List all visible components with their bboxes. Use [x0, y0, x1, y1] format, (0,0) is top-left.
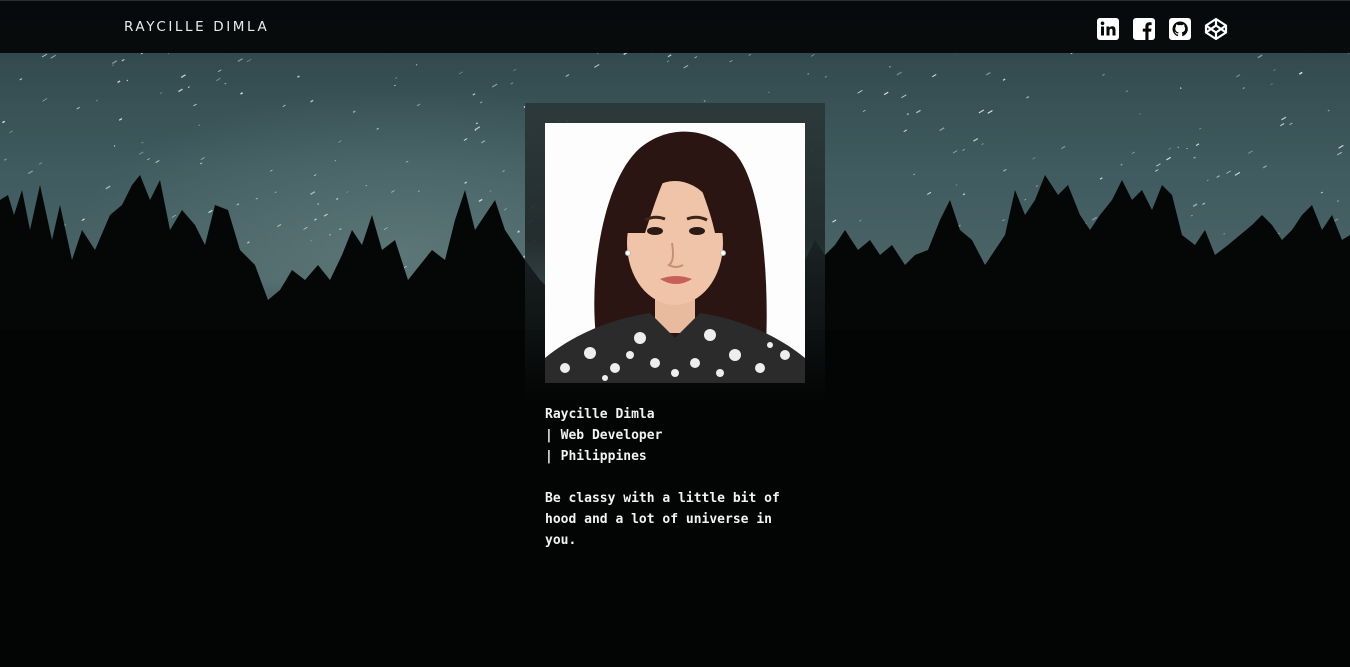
star: [415, 64, 418, 66]
star: [859, 219, 862, 222]
star: [1191, 214, 1193, 217]
star: [417, 190, 420, 193]
brand-link[interactable]: RAYCILLE DIMLA: [124, 19, 269, 35]
star: [113, 145, 116, 147]
star: [1120, 163, 1123, 166]
star: [1125, 90, 1129, 93]
star: [1336, 200, 1340, 203]
star: [1327, 109, 1330, 112]
profile-photo: [545, 123, 805, 383]
profile-location: | Philippines: [545, 449, 647, 464]
star: [906, 112, 910, 116]
star: [1179, 87, 1182, 90]
social-links: [1096, 17, 1228, 41]
profile-quote: Be classy with a little bit of hood and …: [545, 491, 780, 548]
star: [365, 184, 367, 187]
star: [889, 66, 891, 68]
star: [475, 122, 479, 125]
github-icon[interactable]: [1168, 17, 1192, 41]
star: [335, 197, 339, 201]
profile-name: Raycille Dimla: [545, 407, 655, 422]
star: [703, 99, 706, 103]
top-navbar: RAYCILLE DIMLA: [0, 0, 1350, 53]
star: [1177, 146, 1180, 149]
profile-role: | Web Developer: [545, 428, 663, 443]
linkedin-icon[interactable]: [1096, 17, 1120, 41]
star: [126, 79, 129, 82]
facebook-icon[interactable]: [1132, 17, 1156, 41]
codepen-icon[interactable]: [1204, 17, 1228, 41]
star: [807, 72, 810, 75]
profile-info: Raycille Dimla | Web Developer | Philipp…: [545, 404, 805, 551]
star: [1139, 113, 1141, 115]
star: [1223, 232, 1226, 235]
